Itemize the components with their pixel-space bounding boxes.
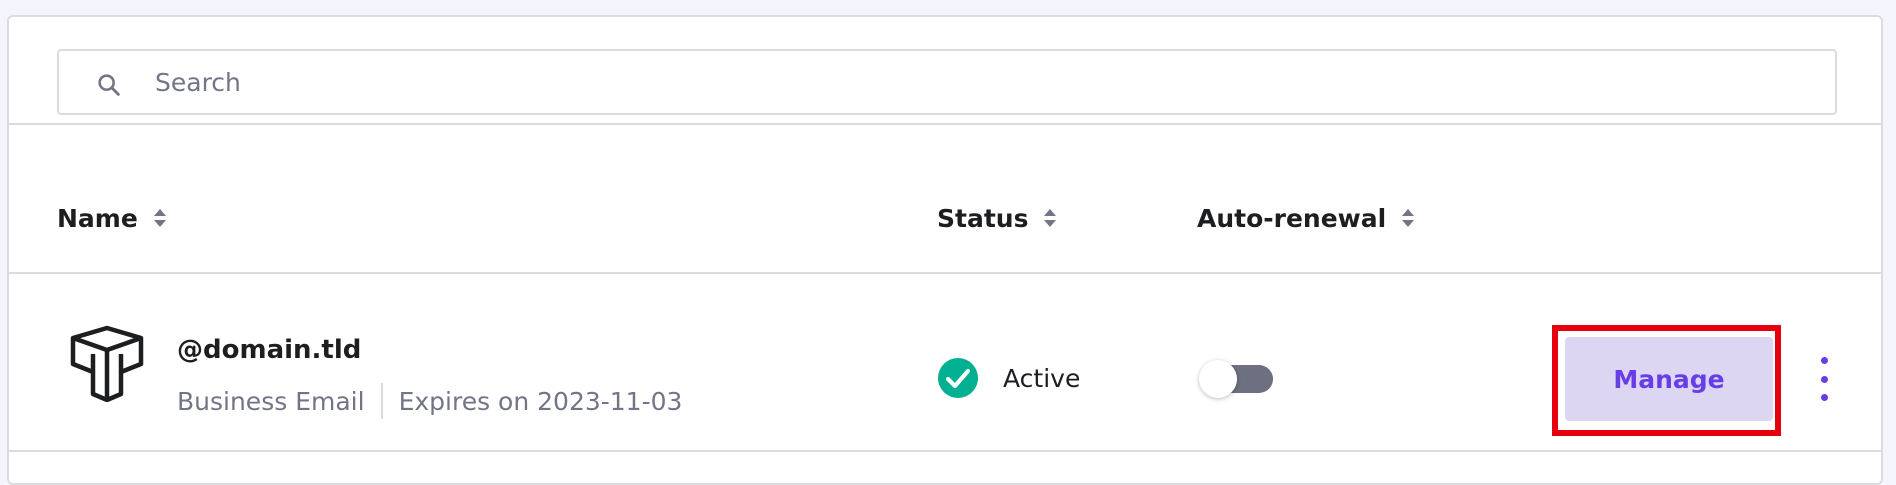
search-box[interactable] — [57, 49, 1837, 115]
manage-button[interactable]: Manage — [1565, 337, 1773, 421]
column-header-label: Auto-renewal — [1197, 203, 1387, 233]
more-vertical-icon — [1820, 375, 1828, 383]
sort-icon — [1402, 209, 1415, 227]
status-cell: Active — [937, 356, 1080, 400]
status-label: Active — [1003, 363, 1081, 393]
column-header-label: Name — [57, 203, 138, 233]
meta-separator — [380, 383, 383, 419]
search-input[interactable] — [155, 51, 1815, 113]
column-header-label: Status — [937, 203, 1029, 233]
domain-meta: Business Email Expires on 2023-11-03 — [177, 383, 682, 419]
domain-icon — [70, 325, 144, 402]
toggle-knob — [1199, 360, 1237, 398]
more-vertical-icon — [1820, 394, 1828, 401]
column-header-auto-renewal[interactable]: Auto-renewal — [1197, 201, 1416, 235]
more-vertical-icon — [1820, 357, 1828, 364]
expiry-date: Expires on 2023-11-03 — [398, 386, 683, 416]
email-list-card: Name Status Auto-renewal @domain.tld — [7, 15, 1883, 485]
sort-icon — [1044, 209, 1057, 227]
search-icon — [98, 74, 120, 96]
sort-icon — [153, 209, 166, 227]
more-options-button[interactable] — [1809, 357, 1839, 401]
domain-name: @domain.tld — [177, 335, 362, 365]
row-divider — [9, 450, 1881, 452]
auto-renewal-toggle[interactable] — [1199, 360, 1277, 398]
search-divider — [9, 123, 1881, 125]
column-header-name[interactable]: Name — [57, 201, 168, 235]
check-circle-icon — [938, 358, 978, 398]
column-header-status[interactable]: Status — [937, 201, 1058, 235]
header-divider — [9, 272, 1881, 274]
product-type: Business Email — [177, 386, 365, 416]
